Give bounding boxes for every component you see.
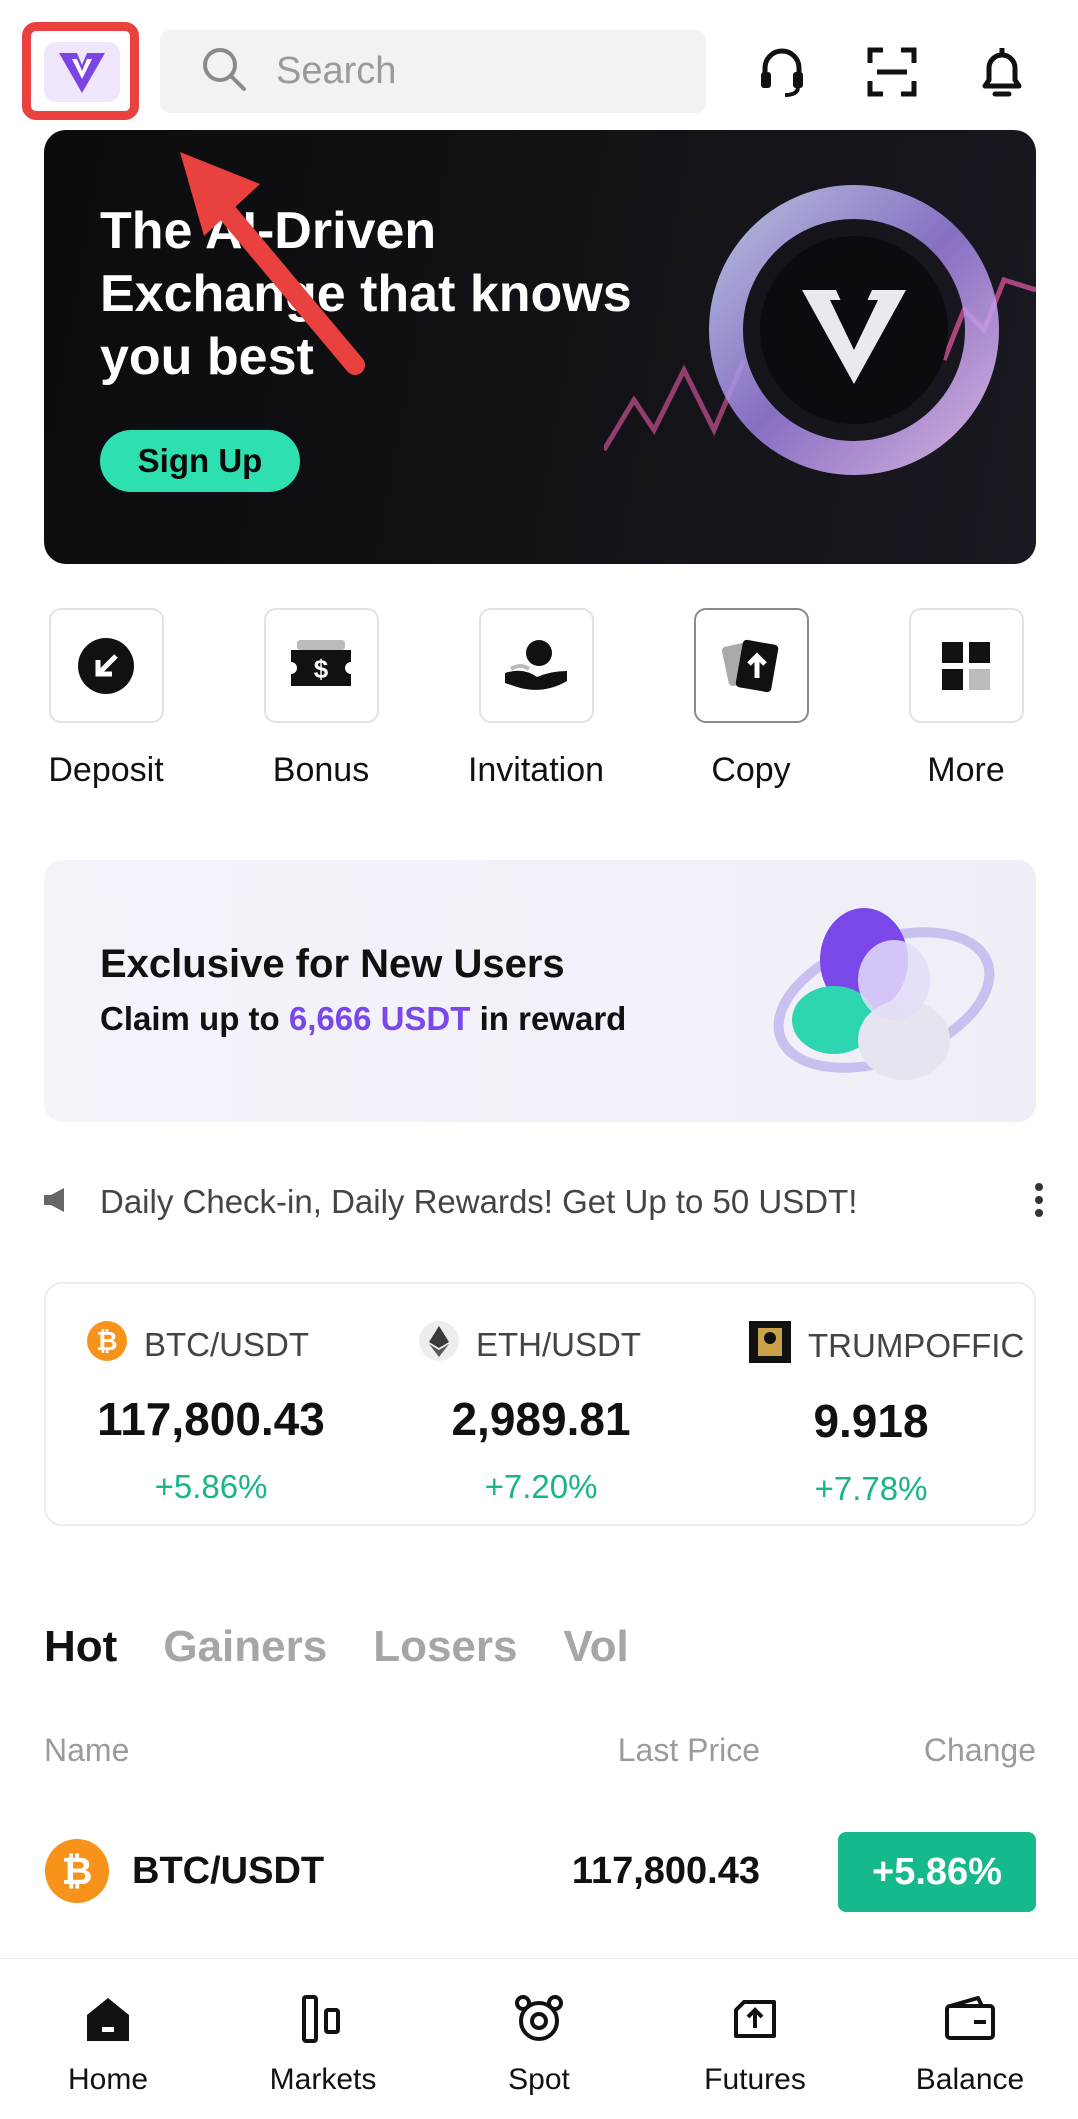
more-vertical-icon[interactable] — [1034, 1182, 1044, 1223]
home-icon — [8, 1989, 208, 2049]
invitation-person-icon[interactable] — [478, 608, 594, 723]
nav-spot[interactable]: Spot — [439, 1989, 639, 2097]
markets-bars-icon — [223, 1989, 423, 2049]
speaker-icon — [44, 1186, 68, 1219]
annotation-arrow-icon — [180, 152, 365, 375]
search-icon — [200, 45, 248, 98]
grid-icon[interactable] — [908, 608, 1024, 723]
ticker-item-trump[interactable]: TRUMPOFFIC 9.918 +7.78% — [706, 1320, 1034, 1508]
tab-vol[interactable]: Vol — [563, 1622, 628, 1672]
action-more[interactable]: More — [866, 608, 1066, 790]
bell-icon[interactable] — [972, 42, 1032, 102]
price-ticker-card: ₿ BTC/USDT 117,800.43 +5.86% ETH/USDT 2,… — [44, 1282, 1036, 1526]
ticket-dollar-icon[interactable]: $ — [263, 608, 379, 723]
banner-logo-ring-illustration — [604, 185, 1036, 475]
btc-coin-icon: ₿ — [86, 1320, 128, 1370]
sign-up-button[interactable]: Sign Up — [100, 430, 300, 492]
promo-subtitle: Claim up to 6,666 USDT in reward — [100, 1000, 627, 1037]
quick-actions: Deposit $ Bonus Invitation Copy More — [0, 608, 1078, 798]
app-logo-highlight[interactable] — [22, 22, 139, 120]
row-last-price: 117,800.43 — [571, 1850, 760, 1892]
copy-card-icon[interactable] — [693, 608, 809, 723]
table-row[interactable]: ₿ BTC/USDT 117,800.43 +5.86% — [44, 1832, 1036, 1912]
market-tabs: Hot Gainers Losers Vol — [44, 1622, 629, 1672]
tab-losers[interactable]: Losers — [373, 1622, 517, 1672]
ticker-item-eth[interactable]: ETH/USDT 2,989.81 +7.20% — [376, 1320, 706, 1506]
bottom-nav: Home Markets Spot Futures Balance — [0, 1958, 1078, 2119]
action-bonus[interactable]: $ Bonus — [221, 608, 421, 790]
promo-amount: 6,666 USDT — [288, 1000, 471, 1037]
svg-text:$: $ — [314, 654, 329, 684]
deposit-arrow-icon[interactable] — [48, 608, 164, 723]
tab-hot[interactable]: Hot — [44, 1622, 117, 1672]
ticker-item-btc[interactable]: ₿ BTC/USDT 117,800.43 +5.86% — [46, 1320, 376, 1506]
search-placeholder: Search — [276, 50, 397, 92]
trump-coin-icon — [748, 1320, 792, 1372]
search-input[interactable]: Search — [160, 30, 706, 113]
row-change-badge[interactable]: +5.86% — [838, 1832, 1036, 1912]
column-last-price[interactable]: Last Price — [618, 1732, 760, 1769]
column-change[interactable]: Change — [924, 1732, 1036, 1769]
nav-balance[interactable]: Balance — [870, 1989, 1070, 2097]
futures-upload-icon — [655, 1989, 855, 2049]
nav-home[interactable]: Home — [8, 1989, 208, 2097]
wallet-icon — [870, 1989, 1070, 2049]
action-copy[interactable]: Copy — [651, 608, 851, 790]
svg-text:₿: ₿ — [96, 1327, 117, 1357]
row-pair: BTC/USDT — [132, 1850, 325, 1892]
new-user-promo-card[interactable]: Exclusive for New Users Claim up to 6,66… — [44, 860, 1036, 1122]
action-invitation[interactable]: Invitation — [436, 608, 636, 790]
svg-text:₿: ₿ — [62, 1849, 93, 1893]
scan-icon[interactable] — [862, 42, 922, 102]
promo-coins-illustration — [773, 908, 995, 1080]
announcement-bar[interactable]: Daily Check-in, Daily Rewards! Get Up to… — [44, 1174, 1044, 1230]
app-logo-icon[interactable] — [44, 42, 120, 102]
promo-title: Exclusive for New Users — [100, 942, 565, 986]
eth-coin-icon — [418, 1320, 460, 1370]
top-header: Search — [0, 22, 1078, 122]
column-name[interactable]: Name — [44, 1732, 129, 1769]
support-headset-icon[interactable] — [752, 42, 812, 102]
nav-futures[interactable]: Futures — [655, 1989, 855, 2097]
btc-coin-icon: ₿ — [44, 1838, 110, 1909]
nav-markets[interactable]: Markets — [223, 1989, 423, 2097]
announcement-text: Daily Check-in, Daily Rewards! Get Up to… — [100, 1183, 858, 1220]
action-deposit[interactable]: Deposit — [6, 608, 206, 790]
tab-gainers[interactable]: Gainers — [163, 1622, 327, 1672]
spot-coins-icon — [439, 1989, 639, 2049]
